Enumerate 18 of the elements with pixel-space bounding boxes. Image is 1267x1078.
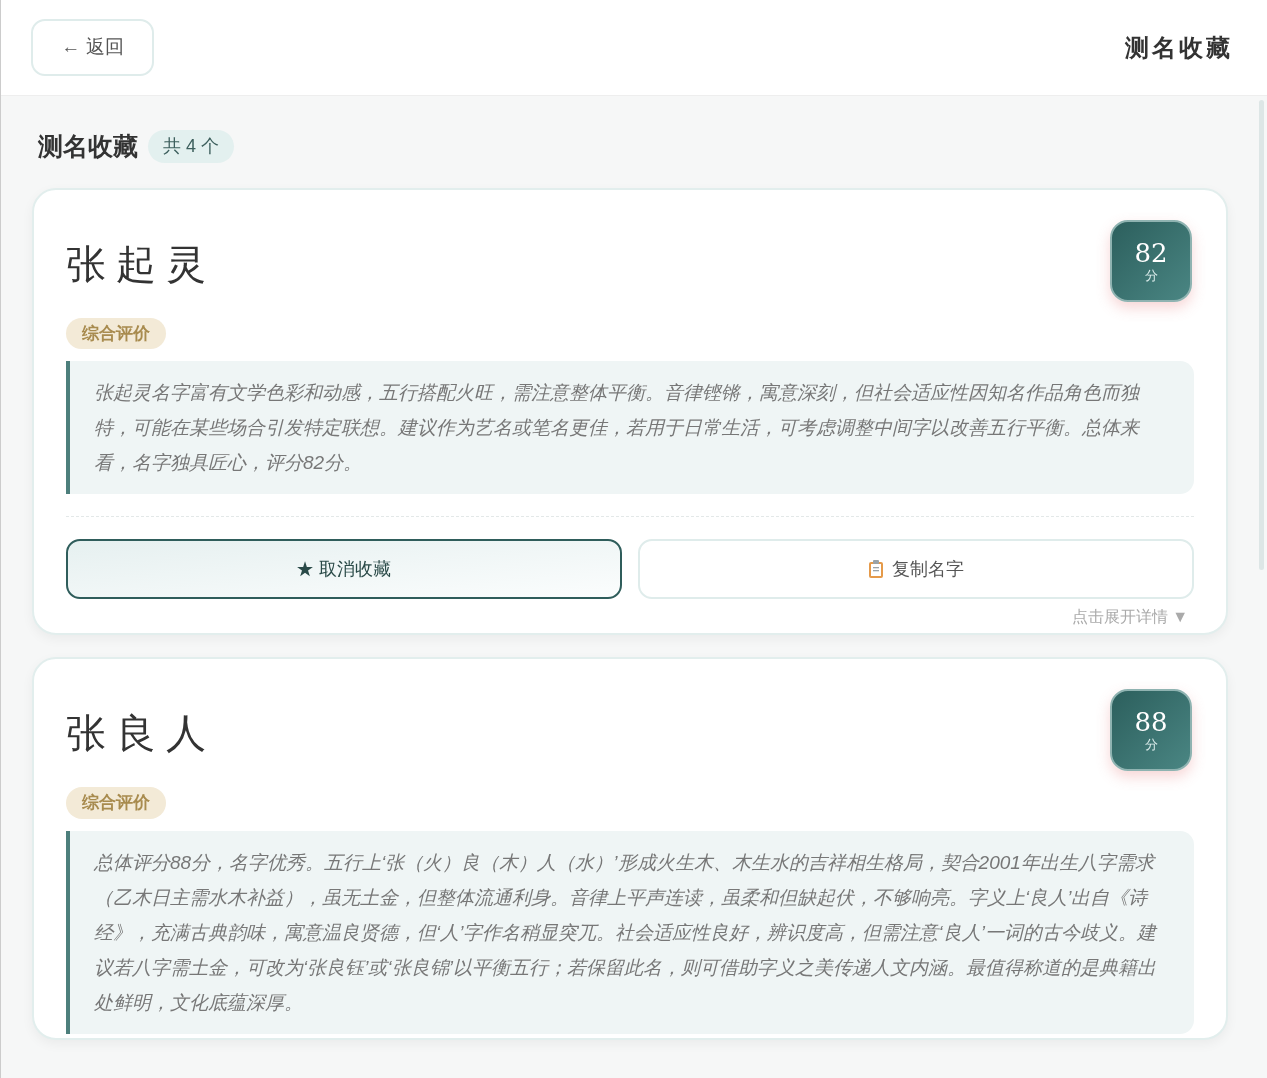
unfavorite-button[interactable]: ★ 取消收藏 [66, 539, 622, 599]
score-value: 88 [1134, 707, 1168, 737]
evaluation-text: 总体评分88分，名字优秀。五行上‘张（火）良（木）人（水）’形成火生木、木生水的吉祥相生格局，契合2001年出生八字需求（乙木日主需水木补益），虽无土金，但整体流通利身。音律上平声连读，虽柔和但缺起伏，不够响亮。字义上‘良人’出自《诗经》，充满古典韵味，寓意温良贤德，但‘人’字作名稍显突兀。社会适应性良好，辨识度高，但需注意‘良人’一词的古今歧义。建议若八字需土金，可改为‘张良钰’或‘张良锦’以平衡五行；若保留此名，则可借助字义之美传递人文内涵。最值得称道的是典籍出处鲜明，文化底蕴深厚。 [66, 830, 1194, 1034]
score-unit: 分 [1144, 737, 1158, 753]
back-button[interactable]: ← 返回 [31, 19, 154, 76]
evaluation-text: 张起灵名字富有文学色彩和动感，五行搭配火旺，需注意整体平衡。音律铿锵，寓意深刻，但社会适应性因知名作品角色而独特，可能在某些场合引发特定联想。建议作为艺名或笔名更佳，若用于日常生活，可考虑调整中间字以改善五行平衡。总体来看，名字独具匠心，评分82分。 [66, 361, 1194, 494]
name-title: 张良人 [66, 709, 216, 758]
evaluation-tag: 综合评价 [66, 787, 166, 819]
score-unit: 分 [1144, 267, 1158, 284]
page-title: 测名收藏 [1125, 32, 1233, 63]
evaluation-tag: 综合评价 [66, 317, 166, 349]
count-badge: 共 4 个 [148, 130, 234, 164]
clipboard-icon [868, 559, 884, 579]
name-title: 张起灵 [66, 239, 216, 289]
scrollbar[interactable] [1259, 100, 1264, 570]
score-value: 82 [1134, 237, 1168, 268]
section-title: 测名收藏 [38, 131, 138, 162]
copy-name-button[interactable]: 复制名字 [638, 539, 1194, 599]
